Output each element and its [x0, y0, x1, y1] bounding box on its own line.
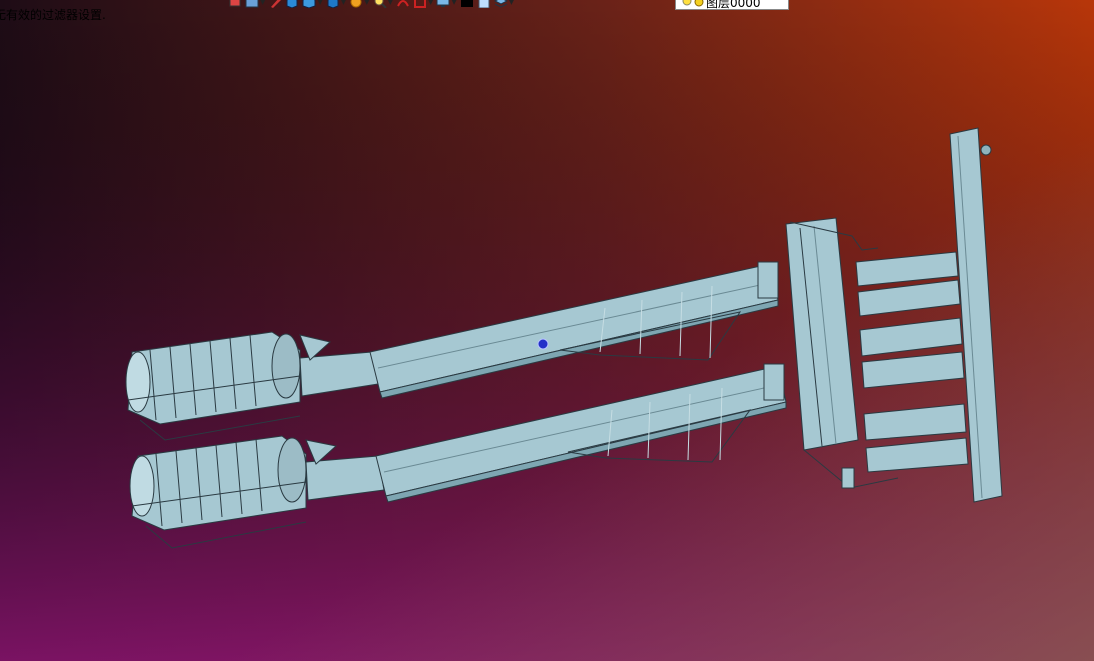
tray-rack[interactable] — [855, 251, 969, 473]
lower-drum[interactable] — [129, 435, 307, 549]
cad-model[interactable] — [0, 0, 1094, 661]
selection-marker[interactable] — [537, 338, 549, 350]
upper-conveyor[interactable] — [369, 261, 779, 399]
cad-viewport[interactable]: 无有效的过滤器设置. ▼ ▼ ▼ ▼ ▼ ▼ ▼ ▼ 图层0000 — [0, 0, 1094, 661]
upper-drum[interactable] — [125, 331, 301, 441]
